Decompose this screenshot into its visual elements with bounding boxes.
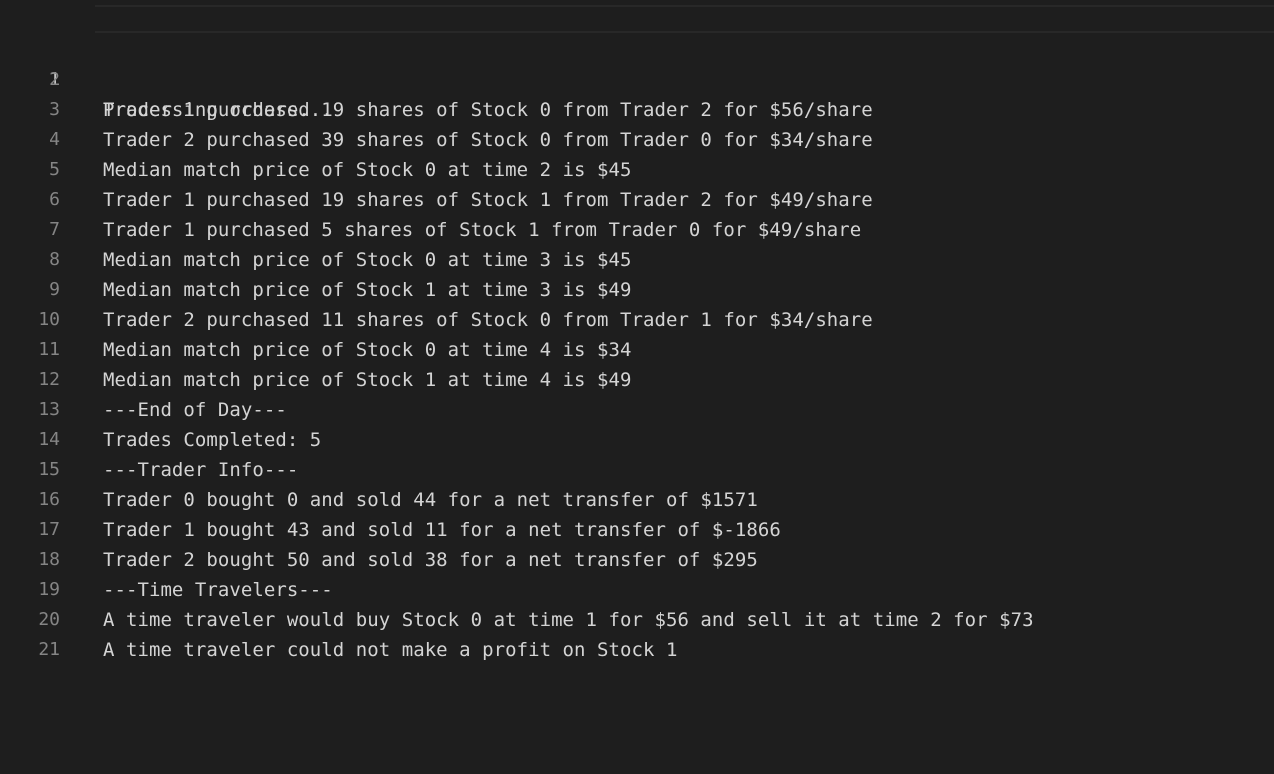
- editor-line[interactable]: 21: [0, 605, 1274, 660]
- editor-line[interactable]: 12 ---End of Day---: [0, 335, 1274, 421]
- line-number: 21: [38, 639, 60, 660]
- editor-line[interactable]: 15 Trader 0 bought 0 and sold 44 for a n…: [0, 425, 1274, 511]
- editor-line[interactable]: 1 Processing orders...: [0, 5, 1274, 121]
- editor-line[interactable]: 7 Median match price of Stock 0 at time …: [0, 185, 1274, 271]
- text-editor[interactable]: 1 Processing orders... 2 Trader 1 purcha…: [0, 5, 1274, 661]
- editor-line[interactable]: 8 Median match price of Stock 1 at time …: [0, 215, 1274, 301]
- editor-line[interactable]: 11 Median match price of Stock 1 at time…: [0, 305, 1274, 391]
- editor-line[interactable]: 3 Trader 2 purchased 39 shares of Stock …: [0, 65, 1274, 151]
- editor-line[interactable]: 5 Trader 1 purchased 19 shares of Stock …: [0, 125, 1274, 211]
- editor-line[interactable]: 20 A time traveler could not make a prof…: [0, 575, 1274, 661]
- editor-line[interactable]: 17 Trader 2 bought 50 and sold 38 for a …: [0, 485, 1274, 571]
- editor-line[interactable]: 16 Trader 1 bought 43 and sold 11 for a …: [0, 455, 1274, 541]
- editor-line[interactable]: 19 A time traveler would buy Stock 0 at …: [0, 545, 1274, 631]
- editor-line[interactable]: 2 Trader 1 purchased 19 shares of Stock …: [0, 35, 1274, 121]
- editor-line[interactable]: 10 Median match price of Stock 0 at time…: [0, 275, 1274, 361]
- editor-line[interactable]: 13 Trades Completed: 5: [0, 365, 1274, 451]
- editor-line[interactable]: 18 ---Time Travelers---: [0, 515, 1274, 601]
- editor-line[interactable]: 6 Trader 1 purchased 5 shares of Stock 1…: [0, 155, 1274, 241]
- editor-line[interactable]: 14 ---Trader Info---: [0, 395, 1274, 481]
- current-line-highlight: [95, 5, 1274, 33]
- editor-line[interactable]: 4 Median match price of Stock 0 at time …: [0, 95, 1274, 181]
- line-text[interactable]: A time traveler could not make a profit …: [103, 635, 677, 665]
- editor-line[interactable]: 9 Trader 2 purchased 11 shares of Stock …: [0, 245, 1274, 331]
